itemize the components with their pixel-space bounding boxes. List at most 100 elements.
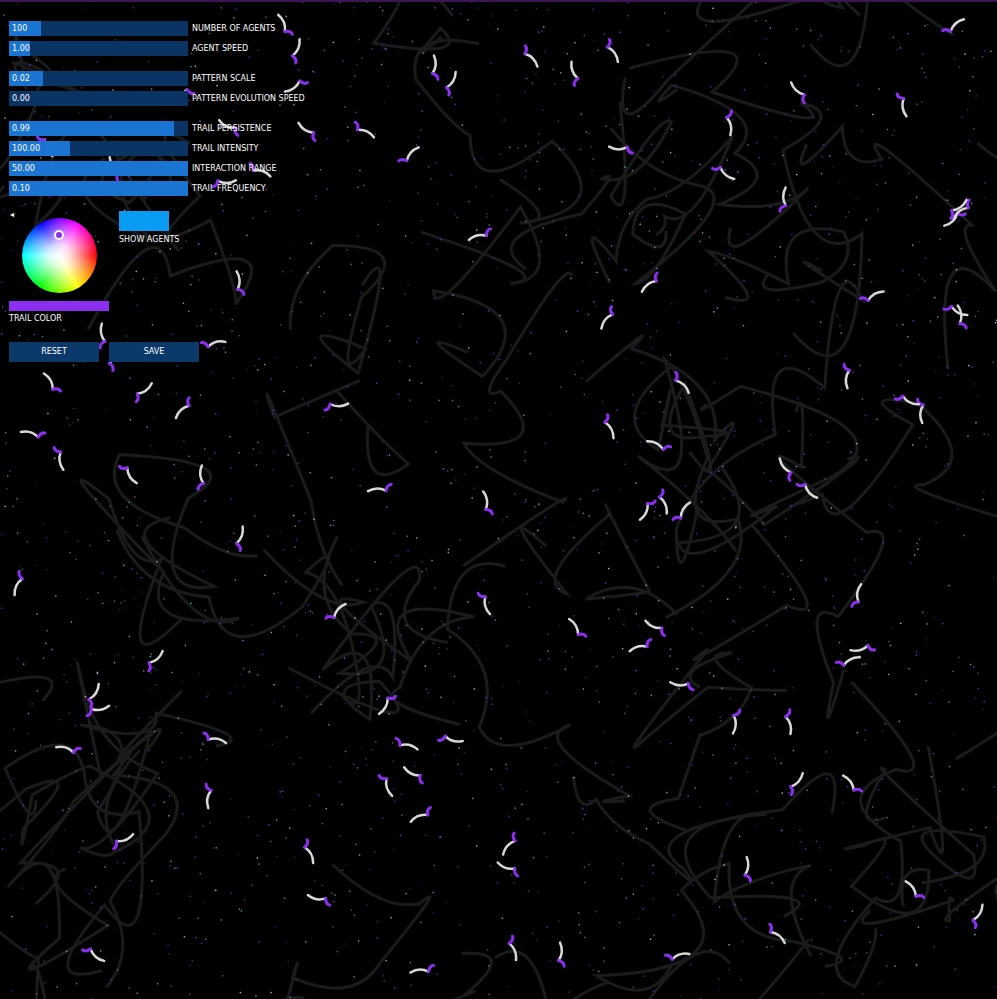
agent — [791, 773, 803, 794]
slider-value: 0.10 — [9, 181, 188, 196]
agent — [780, 459, 791, 481]
slider-value: 100 — [9, 21, 188, 36]
agent — [368, 485, 391, 492]
agent — [149, 651, 163, 671]
agent — [206, 784, 211, 808]
agent — [399, 147, 419, 161]
action-button[interactable]: SAVE — [109, 342, 199, 362]
agent — [786, 710, 792, 734]
color-column: ◂TRAIL COLOR — [9, 211, 109, 324]
agent — [355, 122, 374, 137]
agent — [844, 364, 849, 388]
agent — [509, 936, 516, 960]
agent — [15, 571, 23, 595]
agent — [483, 492, 492, 514]
slider[interactable]: 50.00 — [9, 161, 188, 176]
agent — [469, 229, 490, 240]
agent — [410, 965, 433, 972]
app: 100NUMBER OF AGENTS1.00AGENT SPEED0.02PA… — [0, 0, 997, 999]
slider[interactable]: 0.99 — [9, 121, 188, 136]
agent — [478, 593, 490, 614]
agent — [379, 775, 392, 795]
show-agents-toggle[interactable] — [119, 211, 169, 231]
slider-value: 1.00 — [9, 41, 188, 56]
agent — [379, 696, 395, 714]
agent — [727, 111, 732, 135]
agent — [237, 271, 244, 294]
control-panel: 100NUMBER OF AGENTS1.00AGENT SPEED0.02PA… — [0, 0, 305, 362]
agent — [745, 857, 750, 881]
agent — [308, 895, 330, 905]
slider-value: 0.00 — [9, 91, 188, 106]
agent — [860, 292, 883, 301]
slider-value: 0.99 — [9, 121, 188, 136]
slider-label: PATTERN SCALE — [192, 71, 256, 86]
slider-value: 50.00 — [9, 161, 188, 176]
agent — [918, 399, 924, 423]
agent — [285, 81, 307, 92]
show-agents: SHOW AGENTS — [119, 211, 179, 324]
agent — [647, 441, 670, 449]
slider[interactable]: 0.00 — [9, 91, 188, 106]
top-border — [0, 0, 997, 2]
slider-row: 0.02 PATTERN SCALE — [9, 71, 305, 86]
slider-row: 0.00 PATTERN EVOLUTION SPEED — [9, 91, 305, 106]
agent — [446, 72, 455, 95]
agent — [498, 862, 518, 875]
agent — [54, 447, 63, 469]
agent — [906, 881, 924, 897]
action-button[interactable]: RESET — [9, 342, 99, 362]
slider-label: INTERACTION RANGE — [192, 161, 276, 176]
agent — [670, 682, 693, 689]
agent — [292, 39, 299, 63]
agent — [733, 710, 740, 733]
slider-row: 0.10TRAIL FREQUENCY — [9, 181, 305, 196]
trail-color-swatch[interactable] — [9, 301, 109, 311]
agent — [411, 808, 430, 822]
agent — [895, 396, 918, 404]
color-wheel[interactable] — [22, 218, 97, 293]
trail-color-label: TRAIL COLOR — [9, 314, 109, 324]
slider[interactable]: 0.02 — [9, 71, 188, 86]
agent — [278, 15, 292, 34]
slider-row: 100.00TRAIL INTENSITY — [9, 141, 305, 156]
slider-fill — [9, 181, 188, 196]
agent — [571, 62, 578, 86]
slider[interactable]: 1.00 — [9, 41, 188, 56]
agent — [944, 306, 967, 315]
agent — [176, 398, 189, 418]
slider[interactable]: 100 — [9, 21, 188, 36]
agent — [87, 706, 109, 716]
agent — [943, 19, 964, 31]
agent — [673, 503, 690, 520]
agent — [305, 840, 314, 863]
agent — [439, 736, 463, 742]
slider[interactable]: 100.00 — [9, 141, 188, 156]
slider-label: NUMBER OF AGENTS — [192, 21, 275, 36]
agent — [201, 341, 225, 347]
agent — [525, 46, 538, 67]
agent — [136, 383, 152, 401]
agent — [198, 465, 203, 489]
agent — [780, 188, 786, 211]
slider-row: 50.00 INTERACTION RANGE — [9, 161, 305, 176]
agent — [770, 924, 785, 943]
slider-label: PATTERN EVOLUTION SPEED — [192, 91, 305, 106]
agent — [114, 834, 133, 848]
slider[interactable]: 0.10 — [9, 181, 188, 196]
agent — [973, 905, 982, 928]
agent — [119, 466, 136, 483]
slider-group: 100NUMBER OF AGENTS1.00AGENT SPEED — [9, 21, 305, 56]
agent — [204, 733, 226, 743]
show-agents-label: SHOW AGENTS — [119, 235, 179, 245]
agent — [601, 307, 612, 329]
slider-value: 100.00 — [9, 141, 188, 156]
agent — [569, 619, 586, 636]
agent — [605, 415, 614, 438]
agent — [100, 324, 105, 348]
agent — [21, 432, 45, 438]
agent — [843, 776, 861, 791]
button-row: RESET SAVE — [9, 342, 305, 362]
agent — [665, 954, 689, 960]
color-selector[interactable] — [54, 230, 64, 240]
